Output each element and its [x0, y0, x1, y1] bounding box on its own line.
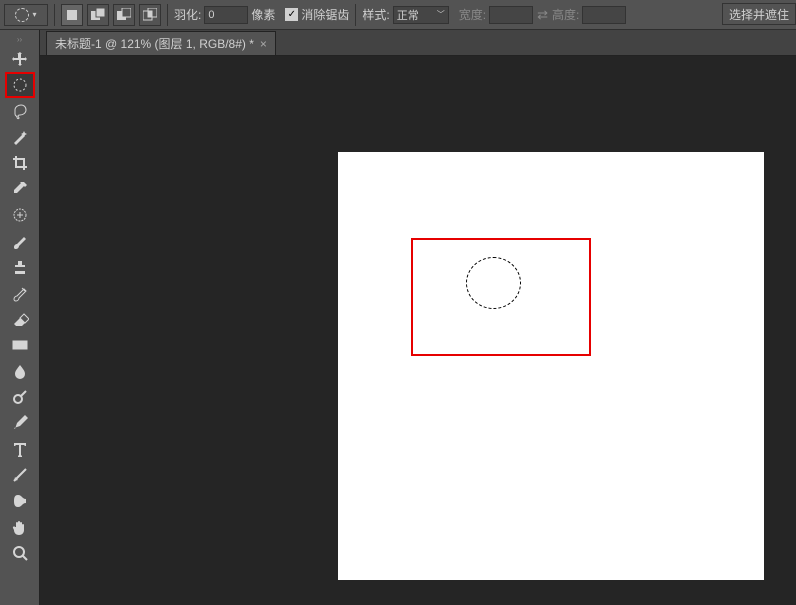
select-and-mask-button[interactable]: 选择并遮住 — [722, 3, 796, 25]
style-value: 正常 — [397, 7, 419, 23]
close-icon[interactable]: × — [260, 37, 267, 51]
style-label: 样式: — [362, 6, 389, 23]
eraser-tool[interactable] — [5, 306, 35, 332]
width-label: 宽度: — [459, 6, 486, 23]
zoom-tool[interactable] — [5, 540, 35, 566]
eyedropper-tool[interactable] — [5, 176, 35, 202]
canvas[interactable] — [338, 152, 764, 580]
hand-tool[interactable] — [5, 514, 35, 540]
pixel-unit-label: 像素 — [251, 6, 275, 23]
style-select[interactable]: 正常 ﹀ — [393, 6, 449, 24]
workspace — [40, 56, 796, 605]
separator — [167, 4, 168, 26]
path-selection-tool[interactable] — [5, 462, 35, 488]
brush-tool[interactable] — [5, 228, 35, 254]
height-label: 高度: — [552, 6, 579, 23]
type-tool[interactable] — [5, 436, 35, 462]
options-bar: ▾ 羽化: 像素 ✓ 消除锯齿 样式: 正常 ﹀ 宽度: ⇄ 高度: — [0, 0, 796, 30]
height-input — [582, 6, 626, 24]
antialias-label: 消除锯齿 — [301, 6, 349, 23]
chevron-down-icon: ﹀ — [437, 9, 445, 20]
crop-tool[interactable] — [5, 150, 35, 176]
tool-panel: ›› — [0, 30, 40, 605]
tool-preset-picker[interactable]: ▾ — [4, 4, 48, 26]
feather-input[interactable] — [204, 6, 248, 24]
pen-tool[interactable] — [5, 410, 35, 436]
document-tab-bar: 未标题-1 @ 121% (图层 1, RGB/8#) * × — [40, 30, 796, 56]
separator — [355, 4, 356, 26]
selection-add-button[interactable] — [87, 4, 109, 26]
magic-wand-tool[interactable] — [5, 124, 35, 150]
document-tab[interactable]: 未标题-1 @ 121% (图层 1, RGB/8#) * × — [46, 31, 276, 55]
lasso-tool[interactable] — [5, 98, 35, 124]
select-and-mask-label: 选择并遮住 — [729, 6, 789, 23]
custom-shape-tool[interactable] — [5, 488, 35, 514]
document-tab-title: 未标题-1 @ 121% (图层 1, RGB/8#) * — [55, 35, 254, 52]
antialias-checkbox[interactable]: ✓ — [285, 8, 298, 21]
gradient-tool[interactable] — [5, 332, 35, 358]
selection-new-button[interactable] — [61, 4, 83, 26]
feather-label: 羽化: — [174, 6, 201, 23]
ellipse-icon — [15, 8, 29, 22]
swap-icon: ⇄ — [537, 7, 548, 23]
history-brush-tool[interactable] — [5, 280, 35, 306]
clone-stamp-tool[interactable] — [5, 254, 35, 280]
dodge-tool[interactable] — [5, 384, 35, 410]
blur-tool[interactable] — [5, 358, 35, 384]
separator — [54, 4, 55, 26]
panel-grip[interactable]: ›› — [0, 34, 39, 44]
chevron-down-icon: ▾ — [32, 10, 36, 19]
move-tool[interactable] — [5, 46, 35, 72]
elliptical-selection — [466, 257, 521, 309]
selection-subtract-button[interactable] — [113, 4, 135, 26]
spot-healing-tool[interactable] — [5, 202, 35, 228]
width-input — [489, 6, 533, 24]
elliptical-marquee-tool[interactable] — [5, 72, 35, 98]
selection-intersect-button[interactable] — [139, 4, 161, 26]
